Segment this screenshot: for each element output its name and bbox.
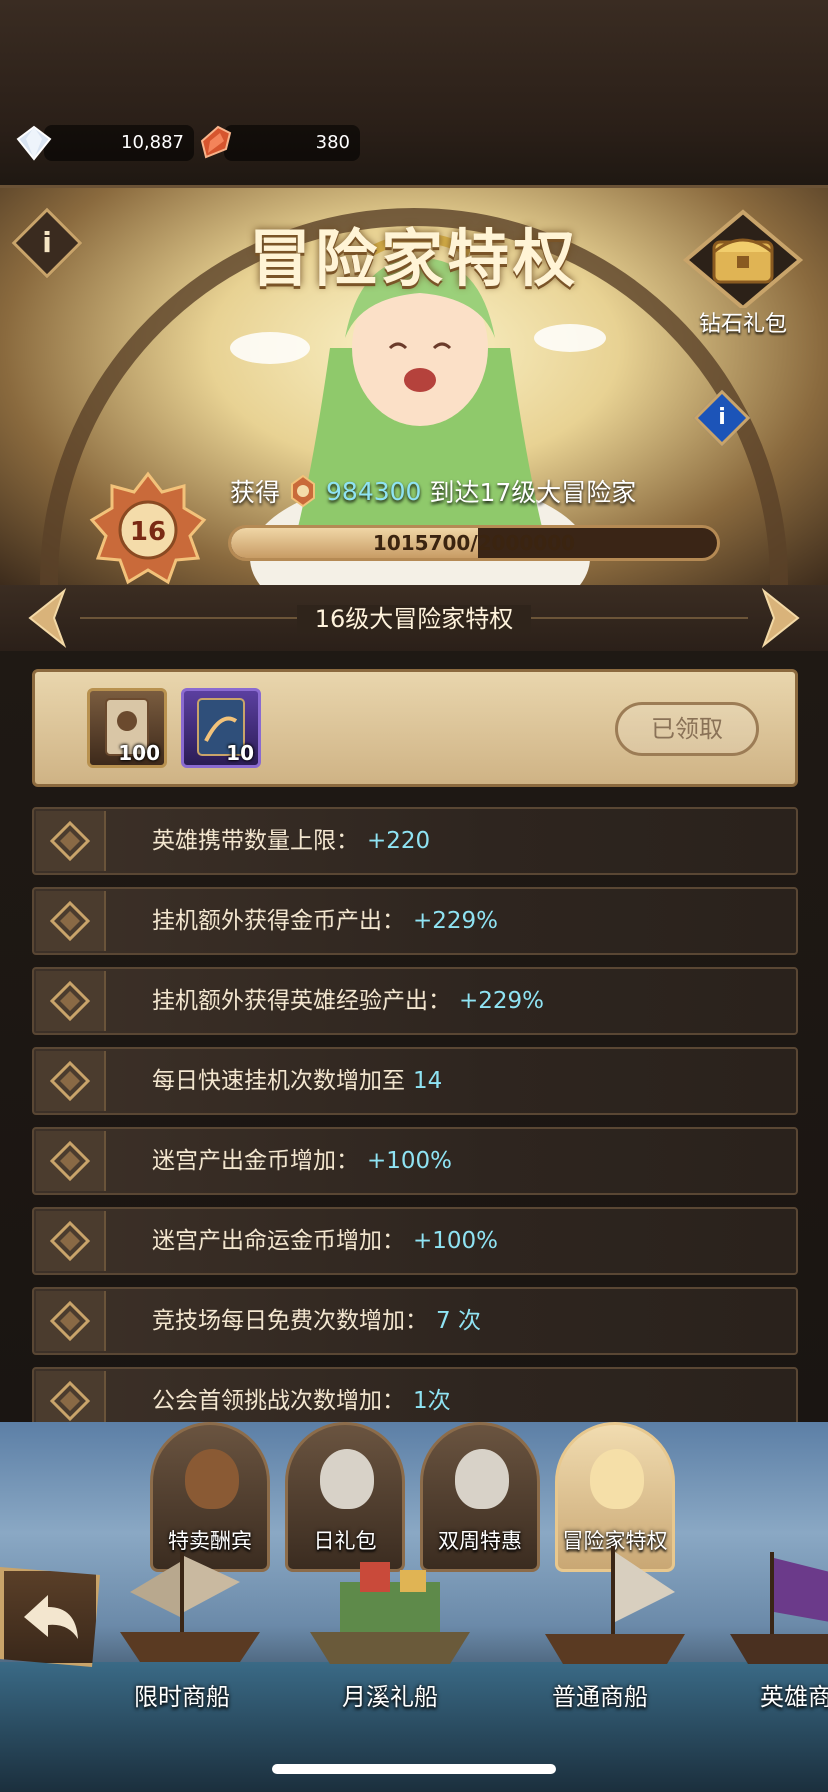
privilege-banner: 冒险家特权 i 钻石礼包 i 16 获得 984300 到达17级大冒险家 10… xyxy=(0,188,828,588)
diamond-icon xyxy=(16,125,52,161)
gain-suffix: 到达17级大冒险家 xyxy=(429,478,637,507)
treasure-chest-icon xyxy=(682,209,804,311)
crystal-currency[interactable]: 380 xyxy=(196,125,360,161)
perk-label: 英雄携带数量上限： xyxy=(152,828,359,854)
reward-item-count: 100 xyxy=(118,741,160,765)
home-indicator[interactable] xyxy=(272,1764,556,1774)
diamond-count: 10,887 xyxy=(44,125,194,161)
reward-item-count: 10 xyxy=(226,741,254,765)
previous-level-arrow-icon[interactable] xyxy=(24,585,78,651)
perk-value: +100% xyxy=(367,1148,453,1174)
progress-text: 1015700/2000000 xyxy=(372,531,576,555)
privilege-content: 100 10 已领取 英雄携带数量上限： +220 挂机额外获得金币产出： +229… xyxy=(0,651,828,1435)
perk-value: +220 xyxy=(367,828,431,854)
merchant-portrait xyxy=(185,1449,239,1509)
level-badge: 16 xyxy=(89,471,207,585)
diamond-bullet-icon xyxy=(50,981,90,1021)
perk-label: 迷宫产出命运金币增加： xyxy=(152,1228,405,1254)
perk-label: 挂机额外获得金币产出： xyxy=(152,908,405,934)
diamond-bullet-icon xyxy=(50,1221,90,1261)
list-item: 迷宫产出金币增加： +100% xyxy=(32,1127,798,1195)
ship-label: 英雄商 xyxy=(760,1683,828,1711)
claimed-button[interactable]: 已领取 xyxy=(615,702,759,756)
info-icon: i xyxy=(718,405,726,430)
perk-label: 挂机额外获得英雄经验产出： xyxy=(152,988,451,1014)
level-reward-card: 100 10 已领取 xyxy=(32,669,798,787)
list-item: 每日快速挂机次数增加至 14 xyxy=(32,1047,798,1115)
ship-label: 限时商船 xyxy=(134,1683,230,1711)
ship-limited-time[interactable] xyxy=(110,1542,270,1672)
level-progress-bar: 1015700/2000000 xyxy=(228,525,720,561)
diamond-currency[interactable]: 10,887 xyxy=(14,125,194,161)
diamond-bullet-icon xyxy=(50,901,90,941)
perk-value: +229% xyxy=(459,988,545,1014)
list-item: 迷宫产出命运金币增加： +100% xyxy=(32,1207,798,1275)
back-button[interactable] xyxy=(0,1567,100,1667)
ship-label: 月溪礼船 xyxy=(342,1683,438,1711)
crystal-count: 380 xyxy=(224,125,360,161)
diamond-bullet-icon xyxy=(50,1061,90,1101)
perk-value: 7 次 xyxy=(436,1308,481,1334)
shop-navigation: 特卖酬宾 日礼包 双周特惠 冒险家特权 限时商船 月溪礼船 普通商船 英雄商 xyxy=(0,1422,828,1792)
gain-prefix: 获得 xyxy=(230,478,281,507)
list-item: 竞技场每日免费次数增加： 7 次 xyxy=(32,1287,798,1355)
diamond-bullet-icon xyxy=(50,821,90,861)
perk-value: +229% xyxy=(413,908,499,934)
level-number: 16 xyxy=(130,517,166,547)
diamond-pack-button[interactable]: 钻石礼包 xyxy=(678,208,808,338)
list-item: 英雄携带数量上限： +220 xyxy=(32,807,798,875)
level-progress-info: 获得 984300 到达17级大冒险家 xyxy=(230,473,636,509)
diamond-bullet-icon xyxy=(50,1381,90,1421)
red-crystal-icon xyxy=(200,125,232,159)
reward-item-scroll[interactable]: 10 xyxy=(181,688,261,768)
info-icon: i xyxy=(42,226,52,259)
perk-label: 每日快速挂机次数增加至 xyxy=(152,1068,405,1094)
reward-item-card[interactable]: 100 xyxy=(87,688,167,768)
level-selector: 16级大冒险家特权 xyxy=(0,585,828,651)
back-arrow-icon xyxy=(24,1595,78,1639)
perk-value: +100% xyxy=(413,1228,499,1254)
ship-moon-creek[interactable] xyxy=(300,1542,480,1672)
ship-label: 普通商船 xyxy=(552,1683,648,1711)
list-item: 挂机额外获得英雄经验产出： +229% xyxy=(32,967,798,1035)
ship-regular[interactable] xyxy=(535,1542,695,1672)
gain-amount: 984300 xyxy=(326,476,422,506)
perk-list: 英雄携带数量上限： +220 挂机额外获得金币产出： +229% 挂机额外获得英雄经… xyxy=(32,807,798,1447)
merchant-portrait xyxy=(320,1449,374,1509)
top-bar: 10,887 380 xyxy=(0,0,828,188)
medal-icon xyxy=(291,474,316,508)
perk-label: 公会首领挑战次数增加： xyxy=(152,1388,405,1414)
level-title: 16级大冒险家特权 xyxy=(296,605,532,633)
ship-hero[interactable] xyxy=(720,1542,828,1672)
diamond-bullet-icon xyxy=(50,1301,90,1341)
merchant-portrait xyxy=(455,1449,509,1509)
perk-label: 竞技场每日免费次数增加： xyxy=(152,1308,428,1334)
perk-value: 14 xyxy=(413,1068,443,1094)
perk-value: 1次 xyxy=(413,1388,451,1414)
perk-label: 迷宫产出金币增加： xyxy=(152,1148,359,1174)
diamond-bullet-icon xyxy=(50,1141,90,1181)
merchant-portrait xyxy=(590,1449,644,1509)
diamond-pack-label: 钻石礼包 xyxy=(698,312,787,337)
list-item: 挂机额外获得金币产出： +229% xyxy=(32,887,798,955)
next-level-arrow-icon[interactable] xyxy=(750,585,804,651)
